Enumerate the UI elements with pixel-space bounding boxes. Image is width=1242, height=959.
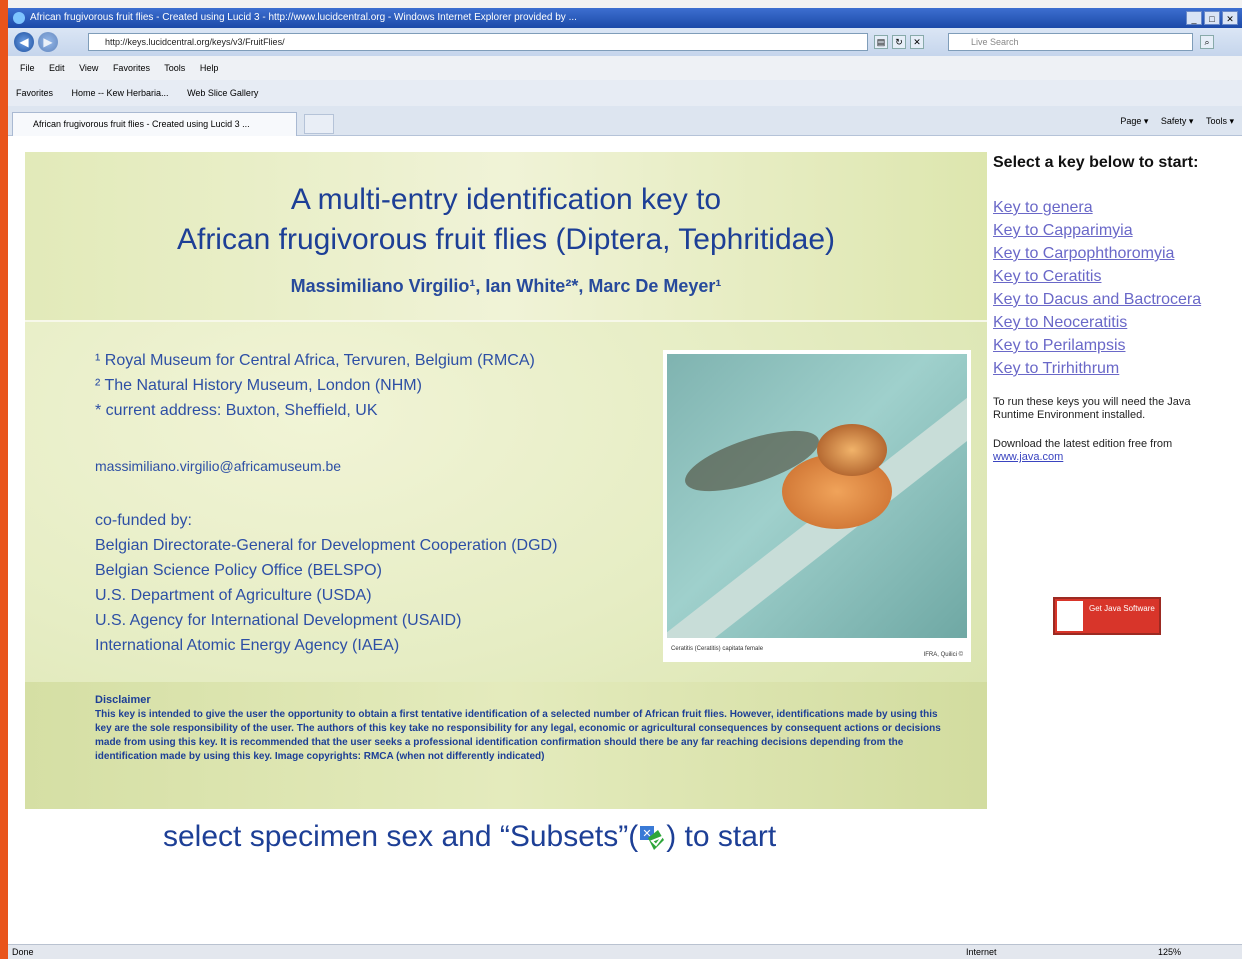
affiliation: * current address: Buxton, Sheffield, UK: [95, 402, 378, 419]
start-text-before: select specimen sex and “Subsets”(: [163, 820, 639, 853]
close-button[interactable]: ✕: [1222, 11, 1238, 25]
menu-edit[interactable]: Edit: [49, 63, 65, 73]
active-tab[interactable]: African frugivorous fruit flies - Create…: [12, 112, 297, 136]
window-title: African frugivorous fruit flies - Create…: [30, 12, 577, 23]
new-tab-button[interactable]: [304, 114, 334, 134]
get-java-button[interactable]: Get Java Software: [1053, 597, 1161, 635]
favorite-link[interactable]: Home -- Kew Herbaria...: [72, 88, 169, 98]
maximize-button[interactable]: □: [1204, 11, 1220, 25]
authors: Massimiliano Virgilio¹, Ian White²*, Mar…: [290, 276, 722, 296]
back-button[interactable]: ◀: [14, 32, 34, 52]
search-input[interactable]: Live Search: [948, 33, 1193, 51]
security-zone: Internet: [966, 947, 997, 957]
java-requirement-note: To run these keys you will need the Java…: [993, 396, 1191, 421]
zoom-level[interactable]: 125%: [1158, 945, 1181, 959]
photo-credit: IFRA, Quilici ©: [923, 652, 963, 658]
search-icon[interactable]: ⌕: [1200, 35, 1214, 49]
sidebar-title: Select a key below to start:: [993, 154, 1199, 171]
page-menu[interactable]: Page ▾: [1120, 116, 1148, 126]
key-banner: A multi-entry identification key to Afri…: [25, 152, 987, 809]
download-note: Download the latest edition free from ww…: [993, 438, 1233, 464]
affiliation: ¹ Royal Museum for Central Africa, Tervu…: [95, 352, 535, 369]
title-line-1: A multi-entry identification key to: [290, 183, 722, 216]
affiliation: ² The Natural History Museum, London (NH…: [95, 377, 422, 394]
key-link-ceratitis[interactable]: Key to Ceratitis: [993, 265, 1233, 288]
start-instruction: select specimen sex and “Subsets”(✕) to …: [163, 820, 776, 854]
funder: International Atomic Energy Agency (IAEA…: [95, 637, 400, 654]
command-bar: Page ▾ Safety ▾ Tools ▾: [1110, 116, 1234, 127]
disclaimer-text: This key is intended to give the user th…: [95, 709, 941, 762]
forward-button[interactable]: ▶: [38, 32, 58, 52]
address-bar: ◀ ▶ http://keys.lucidcentral.org/keys/v3…: [8, 28, 1242, 56]
fruit-fly-photo: Ceratitis (Ceratitis) capitata female IF…: [663, 350, 971, 662]
key-link-carpophthoromyia[interactable]: Key to Carpophthoromyia: [993, 242, 1233, 265]
title-line-2: African frugivorous fruit flies (Diptera…: [176, 223, 836, 256]
funder: U.S. Department of Agriculture (USDA): [95, 587, 372, 604]
tab-bar: African frugivorous fruit flies - Create…: [8, 106, 1242, 136]
key-link-perilampsis[interactable]: Key to Perilampsis: [993, 334, 1233, 357]
start-text-after: ) to start: [666, 820, 777, 853]
status-text: Done: [12, 947, 34, 957]
favorites-button[interactable]: Favorites: [16, 88, 53, 98]
key-list: Key to genera Key to Capparimyia Key to …: [993, 196, 1233, 380]
funder: Belgian Science Policy Office (BELSPO): [95, 562, 382, 579]
key-selector-sidebar: Select a key below to start: Key to gene…: [993, 152, 1233, 635]
menu-view[interactable]: View: [79, 63, 98, 73]
page-content: A multi-entry identification key to Afri…: [8, 136, 1242, 944]
favorites-bar: Favorites Home -- Kew Herbaria... Web Sl…: [8, 80, 1242, 106]
funder: U.S. Agency for International Developmen…: [95, 612, 462, 629]
menu-file[interactable]: File: [20, 63, 35, 73]
window-titlebar: African frugivorous fruit flies - Create…: [8, 8, 1242, 28]
menu-tools[interactable]: Tools: [164, 63, 185, 73]
affiliations: ¹ Royal Museum for Central Africa, Tervu…: [95, 348, 535, 423]
menu-bar: File Edit View Favorites Tools Help: [8, 56, 1242, 80]
disclaimer-title: Disclaimer: [95, 694, 151, 706]
ie-icon: [13, 12, 25, 24]
java-download-link[interactable]: www.java.com: [993, 451, 1063, 463]
funders: co-funded by: Belgian Directorate-Genera…: [95, 508, 557, 658]
cofunded-label: co-funded by:: [95, 512, 192, 529]
status-bar: Done Internet 125%: [8, 944, 1242, 959]
download-note-text: Download the latest edition free from: [993, 438, 1173, 450]
contact-email: massimiliano.virgilio@africamuseum.be: [95, 458, 342, 474]
refresh-icon[interactable]: ↻: [892, 35, 906, 49]
key-link-genera[interactable]: Key to genera: [993, 196, 1233, 219]
safety-menu[interactable]: Safety ▾: [1161, 116, 1194, 126]
photo-caption: Ceratitis (Ceratitis) capitata female: [671, 646, 764, 652]
key-link-dacus-bactrocera[interactable]: Key to Dacus and Bactrocera: [993, 288, 1233, 311]
tools-menu[interactable]: Tools ▾: [1206, 116, 1234, 126]
menu-help[interactable]: Help: [200, 63, 219, 73]
subsets-icon: ✕: [640, 826, 666, 851]
java-cup-icon: [1057, 601, 1083, 631]
url-input[interactable]: http://keys.lucidcentral.org/keys/v3/Fru…: [88, 33, 868, 51]
key-link-trirhithrum[interactable]: Key to Trirhithrum: [993, 357, 1233, 380]
stop-icon[interactable]: ✕: [910, 35, 924, 49]
funder: Belgian Directorate-General for Developm…: [95, 537, 558, 554]
page-title: A multi-entry identification key to Afri…: [25, 180, 987, 260]
compat-icon[interactable]: ▤: [874, 35, 888, 49]
key-link-capparimyia[interactable]: Key to Capparimyia: [993, 219, 1233, 242]
get-java-label: Get Java Software: [1089, 604, 1155, 613]
key-link-neoceratitis[interactable]: Key to Neoceratitis: [993, 311, 1233, 334]
favorite-link[interactable]: Web Slice Gallery: [187, 88, 258, 98]
disclaimer-box: Disclaimer This key is intended to give …: [25, 682, 987, 809]
minimize-button[interactable]: _: [1186, 11, 1202, 25]
menu-favorites[interactable]: Favorites: [113, 63, 150, 73]
